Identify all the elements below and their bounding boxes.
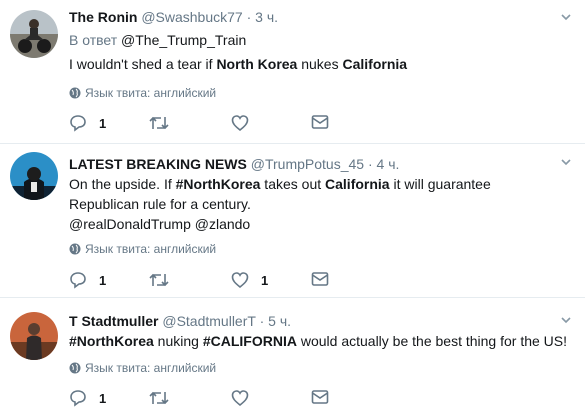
reply-button[interactable]: 1: [69, 114, 106, 132]
chevron-down-icon[interactable]: [561, 157, 571, 167]
reply-context: В ответ @The_Trump_Train: [69, 30, 246, 50]
language-label: Язык твита: английский: [85, 361, 217, 375]
reply-button[interactable]: 1: [69, 271, 106, 289]
reply-count: 1: [99, 390, 107, 406]
user-handle[interactable]: @TrumpPotus_45: [251, 156, 364, 172]
reply-icon: [70, 390, 86, 407]
like-button[interactable]: [231, 389, 261, 407]
timestamp[interactable]: 3 ч.: [255, 9, 278, 25]
tweet-header: T Stadtmuller @StadtmullerT · 5 ч.: [69, 312, 291, 330]
language-label: Язык твита: английский: [85, 242, 217, 256]
text-part: nukes: [297, 56, 343, 72]
tweet-1[interactable]: The Ronin @Swashbuck77 · 3 ч. В ответ @T…: [0, 0, 585, 143]
globe-icon: [69, 243, 81, 255]
text-hashtag[interactable]: #CALIFORNIA: [203, 333, 297, 349]
user-handle[interactable]: @StadtmullerT: [162, 313, 255, 329]
tweet-mentions[interactable]: @realDonaldTrump @zlando: [69, 214, 250, 234]
avatar[interactable]: [10, 152, 58, 200]
reply-icon: [70, 115, 86, 132]
globe-icon: [69, 362, 81, 374]
text-highlight: North Korea: [216, 56, 298, 72]
tweet-text: On the upside. If #NorthKorea takes out …: [69, 174, 491, 194]
retweet-icon: [149, 273, 169, 287]
timestamp[interactable]: 5 ч.: [268, 313, 291, 329]
tweet-header: LATEST BREAKING NEWS @TrumpPotus_45 · 4 …: [69, 155, 399, 173]
chevron-down-icon[interactable]: [561, 315, 571, 325]
text-hashtag[interactable]: #NorthKorea: [69, 333, 154, 349]
text-highlight: California: [342, 56, 408, 72]
direct-message-button[interactable]: [311, 389, 329, 405]
retweet-button[interactable]: [149, 271, 181, 289]
text-part: I wouldn't shed a tear if: [69, 56, 217, 72]
language-label: Язык твита: английский: [85, 86, 217, 100]
tweet-language: Язык твита: английский: [69, 361, 216, 375]
reply-icon: [70, 272, 86, 289]
like-count: 1: [261, 272, 269, 288]
user-handle[interactable]: @Swashbuck77: [141, 9, 242, 25]
text-hashtag[interactable]: #NorthKorea: [176, 176, 261, 192]
separator-dot: ·: [259, 313, 265, 329]
retweet-button[interactable]: [149, 389, 181, 407]
envelope-icon: [311, 390, 329, 404]
reply-to-link[interactable]: @The_Trump_Train: [121, 32, 246, 48]
retweet-icon: [149, 391, 169, 405]
direct-message-button[interactable]: [311, 271, 329, 287]
heart-icon: [231, 272, 249, 289]
tweet-3[interactable]: T Stadtmuller @StadtmullerT · 5 ч. #Nort…: [0, 298, 585, 412]
display-name[interactable]: LATEST BREAKING NEWS: [69, 156, 247, 172]
like-button[interactable]: 1: [231, 271, 268, 289]
reply-button[interactable]: 1: [69, 389, 106, 407]
like-button[interactable]: [231, 114, 261, 132]
tweet-language: Язык твита: английский: [69, 86, 216, 100]
envelope-icon: [311, 272, 329, 286]
avatar[interactable]: [10, 10, 58, 58]
text-part: takes out: [260, 176, 326, 192]
text-highlight: California: [325, 176, 390, 192]
text-part: On the upside. If: [69, 176, 176, 192]
text-part: it will guarantee: [389, 176, 491, 192]
text-part: nuking: [153, 333, 203, 349]
display-name[interactable]: The Ronin: [69, 9, 137, 25]
reply-count: 1: [99, 115, 107, 131]
tweet-header: The Ronin @Swashbuck77 · 3 ч.: [69, 8, 278, 26]
tweet-text-line2: Republican rule for a century.: [69, 196, 251, 212]
retweet-button[interactable]: [149, 114, 181, 132]
tweet-2[interactable]: LATEST BREAKING NEWS @TrumpPotus_45 · 4 …: [0, 144, 585, 294]
heart-icon: [231, 390, 249, 407]
avatar[interactable]: [10, 312, 58, 360]
reply-prefix: В ответ: [69, 32, 118, 48]
separator-dot: ·: [367, 156, 373, 172]
heart-icon: [231, 115, 249, 132]
timestamp[interactable]: 4 ч.: [377, 156, 400, 172]
globe-icon: [69, 87, 81, 99]
retweet-icon: [149, 116, 169, 130]
chevron-down-icon[interactable]: [561, 12, 571, 22]
display-name[interactable]: T Stadtmuller: [69, 313, 158, 329]
tweet-text: I wouldn't shed a tear if North Korea nu…: [69, 54, 407, 74]
envelope-icon: [311, 115, 329, 129]
tweet-language: Язык твита: английский: [69, 242, 216, 256]
separator-dot: ·: [246, 9, 252, 25]
direct-message-button[interactable]: [311, 114, 329, 130]
reply-count: 1: [99, 272, 107, 288]
tweet-text: #NorthKorea nuking #CALIFORNIA would act…: [69, 331, 567, 351]
text-part: would actually be the best thing for the…: [296, 333, 568, 349]
